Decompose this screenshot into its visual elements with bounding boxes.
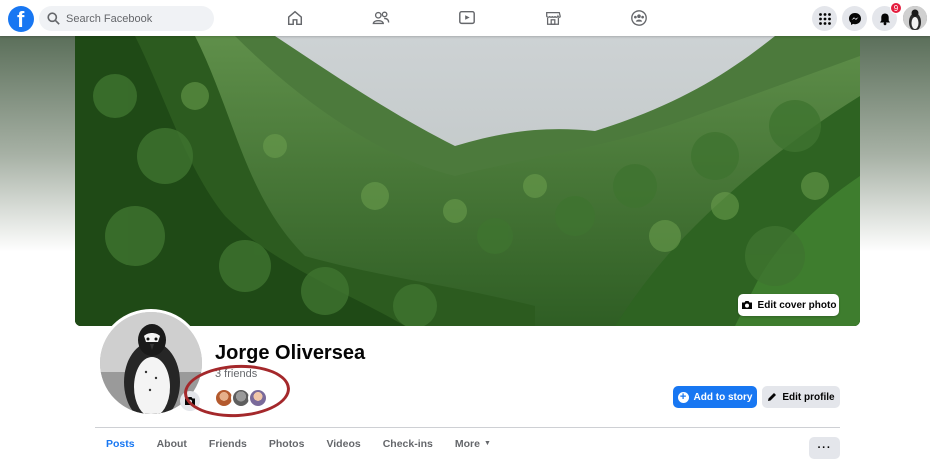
cover-photo[interactable]: [75, 36, 860, 326]
edit-profile-label: Edit profile: [782, 391, 835, 403]
tab-photos[interactable]: Photos: [258, 428, 316, 459]
tab-label: Posts: [106, 437, 135, 450]
edit-cover-photo-button[interactable]: Edit cover photo: [738, 294, 839, 316]
edit-cover-photo-label: Edit cover photo: [757, 299, 837, 311]
facebook-logo[interactable]: f: [8, 6, 34, 32]
caret-down-icon: ▼: [483, 440, 491, 447]
home-icon[interactable]: [285, 8, 305, 28]
more-options-button[interactable]: ···: [809, 437, 840, 459]
add-to-story-button[interactable]: + Add to story: [673, 386, 757, 408]
tab-friends[interactable]: Friends: [198, 428, 258, 459]
search-icon: [47, 12, 60, 25]
tab-about[interactable]: About: [146, 428, 198, 459]
profile-name: Jorge Oliversea: [215, 342, 366, 364]
groups-icon[interactable]: [629, 8, 649, 28]
messenger-button[interactable]: [842, 6, 867, 31]
notifications-icon: [879, 13, 890, 25]
menu-grid-icon: [818, 12, 831, 25]
pencil-icon: [768, 393, 777, 401]
camera-icon: [741, 301, 752, 309]
tab-label: Friends: [208, 437, 247, 450]
top-navigation-bar: f Search Facebook 9: [0, 0, 930, 36]
tab-label: Photos: [268, 437, 305, 450]
tab-posts[interactable]: Posts: [95, 428, 146, 459]
plus-icon: +: [677, 391, 689, 403]
facebook-logo-letter: f: [17, 7, 25, 32]
search-input[interactable]: [66, 12, 206, 25]
notifications-button[interactable]: 9: [872, 2, 902, 31]
notification-badge: 9: [890, 2, 902, 14]
tab-label: More: [454, 437, 480, 450]
account-avatar[interactable]: [903, 6, 927, 30]
add-to-story-label: Add to story: [693, 391, 753, 403]
tab-label: Videos: [326, 437, 361, 450]
edit-profile-button[interactable]: Edit profile: [762, 386, 840, 408]
tab-check-ins[interactable]: Check-ins: [372, 428, 444, 459]
marketplace-icon[interactable]: [543, 8, 563, 28]
tab-label: About: [156, 437, 187, 450]
tab-more[interactable]: More ▼: [444, 428, 502, 459]
profile-tabs: Posts About Friends Photos Videos Check-…: [95, 428, 502, 459]
search-box[interactable]: [39, 6, 214, 31]
friends-icon[interactable]: [371, 8, 391, 28]
menu-grid-button[interactable]: [812, 6, 837, 31]
watch-icon[interactable]: [457, 8, 477, 28]
tab-videos[interactable]: Videos: [315, 428, 371, 459]
messenger-icon: [848, 12, 861, 25]
tab-label: Check-ins: [382, 437, 433, 450]
